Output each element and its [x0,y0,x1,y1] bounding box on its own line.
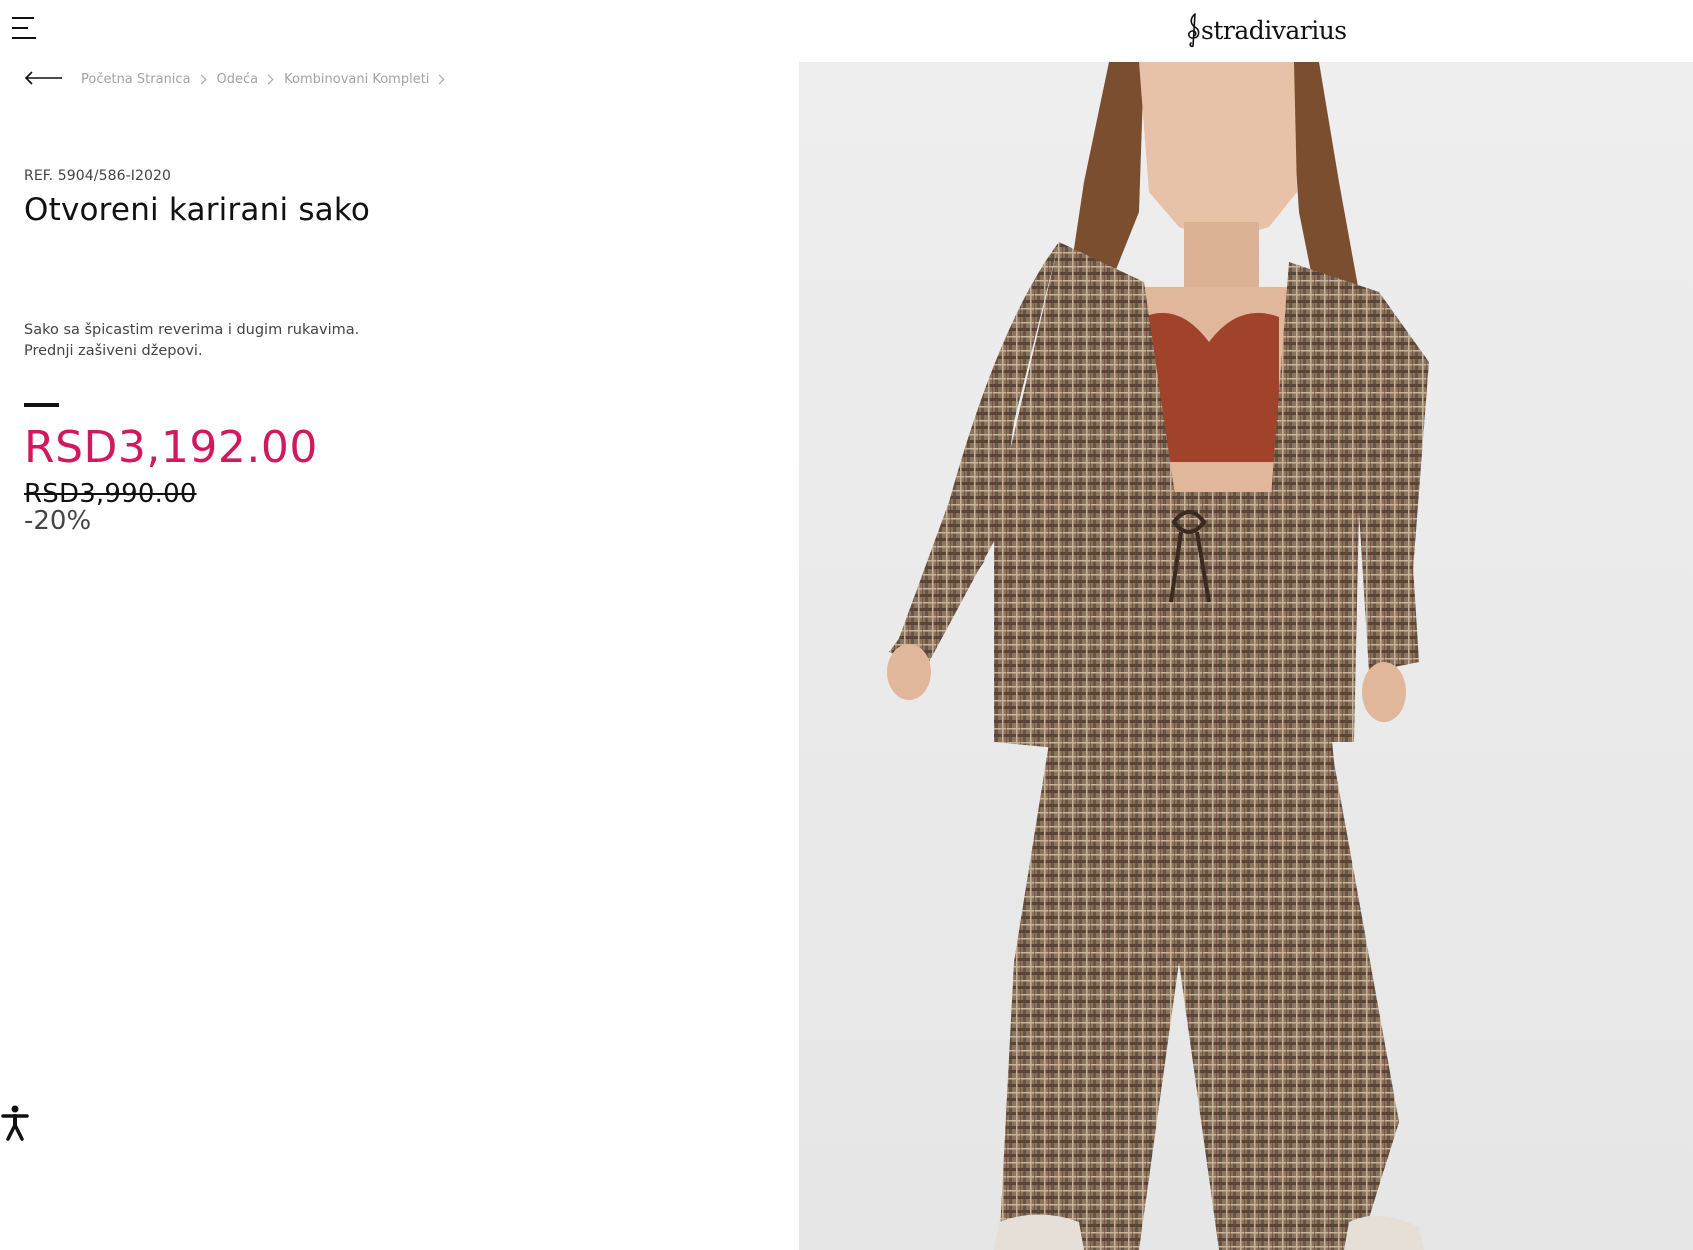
product-photo-illustration [799,62,1693,1250]
chevron-right-icon [196,74,206,84]
site-header: stradivarius [0,0,1693,62]
chevron-right-icon [434,74,445,84]
description-line: Prednji zašiveni džepovi. [24,343,203,359]
product-description: Sako sa špicastim reverima i dugim rukav… [24,320,359,362]
discount-badge: -20% [24,506,92,536]
breadcrumb-item-home[interactable]: Početna Stranica [81,72,191,87]
sale-price: RSD3,192.00 [24,422,318,473]
arrow-left-icon[interactable] [24,70,64,86]
brand-logo[interactable]: stradivarius [1184,10,1347,50]
price-divider [24,403,59,407]
product-title: Otvoreni karirani sako [24,192,371,228]
brand-name: stradivarius [1201,15,1347,45]
product-page: stradivarius Početna Stranica Odeća Komb… [0,0,1693,1250]
description-line: Sako sa špicastim reverima i dugim rukav… [24,322,360,338]
product-photo[interactable] [799,62,1693,1250]
original-price: RSD3,990.00 [24,479,197,509]
hamburger-menu-icon[interactable] [10,14,38,42]
chevron-right-icon [263,74,274,84]
accessibility-icon[interactable] [0,1103,30,1143]
product-reference: REF. 5904/586-I2020 [24,168,172,184]
breadcrumb: Početna Stranica Odeća Kombinovani Kompl… [81,70,455,88]
breadcrumb-item-coord-sets[interactable]: Kombinovani Kompleti [284,72,429,87]
breadcrumb-item-clothing[interactable]: Odeća [217,72,259,87]
